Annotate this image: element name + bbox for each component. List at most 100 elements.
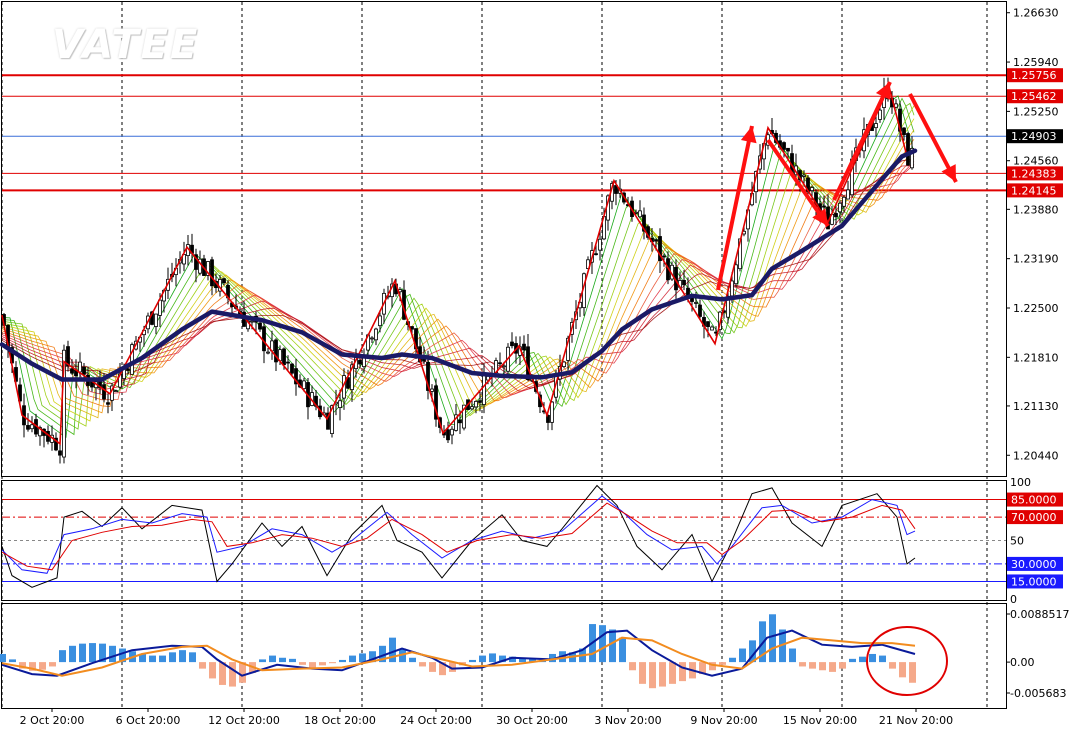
candle-body (126, 368, 130, 371)
osc-axis-label: 0 (1010, 593, 1017, 606)
candle-body (58, 450, 62, 456)
macd-histogram-bar (79, 643, 86, 663)
macd-histogram-bar (909, 662, 916, 683)
osc-series-line-1 (1, 495, 916, 574)
macd-histogram-bar (349, 655, 356, 663)
osc-series-line-0 (1, 484, 916, 588)
level-tags: 1.25756 1.25462 1.24903 1.24383 1.24145 (1007, 68, 1063, 198)
osc-level-tag-label: 70.0000 (1011, 511, 1057, 524)
osc-level-tag-label: 85.0000 (1011, 494, 1057, 507)
candle-body (562, 361, 566, 367)
macd-histogram-bar (719, 662, 726, 665)
candle-body (458, 419, 462, 424)
macd-histogram-bar (619, 637, 626, 663)
macd-histogram-bar (489, 653, 496, 663)
candle-body (782, 142, 786, 150)
candle-body (810, 187, 814, 192)
candle-body (822, 205, 826, 208)
macd-axis-label: 0.00 (1010, 656, 1035, 669)
macd-histogram-bar (0, 653, 6, 663)
macd-histogram-bar (169, 652, 176, 663)
macd-histogram-bar (239, 662, 246, 683)
panel-frames (1, 1, 1007, 709)
candle-body (662, 255, 666, 258)
macd-histogram-bar (789, 648, 796, 663)
candle-body (838, 202, 842, 213)
price-tick-label: 1.21810 (1013, 351, 1059, 364)
macd-histogram-bar (809, 662, 816, 669)
candle-body (282, 348, 286, 366)
macd-histogram-bar (189, 652, 196, 663)
macd-histogram-bar (339, 659, 346, 663)
osc-axis-label: 50 (1010, 535, 1024, 548)
time-axis: 2 Oct 20:00 6 Oct 20:00 12 Oct 20:00 18 Oct… (20, 708, 953, 727)
macd-histogram-bar (309, 662, 316, 668)
price-tick-label: 1.23190 (1013, 253, 1059, 266)
candle-body (78, 361, 82, 373)
candle-body (902, 127, 906, 135)
macd-histogram-bar (639, 662, 646, 684)
candle-body (654, 239, 658, 242)
candle-body (706, 321, 710, 327)
macd-histogram-bar (429, 662, 436, 672)
price-level-tag-label: 1.24145 (1011, 184, 1057, 197)
macd-histogram-bar (479, 655, 486, 663)
candle-body (734, 264, 738, 285)
macd-histogram-bar (89, 643, 96, 663)
candle-body (26, 425, 30, 430)
arrow-up-1-head (740, 126, 757, 144)
candle-body (106, 402, 110, 405)
macd-histogram-bar (629, 662, 636, 671)
macd-histogram-bar (159, 655, 166, 663)
price-levels (2, 74, 1006, 192)
macd-panel: 0.0088517 0.00 -0.005683 (0, 608, 1070, 700)
candle-body (694, 302, 698, 304)
time-tick-label: 6 Oct 20:00 (116, 714, 181, 727)
price-panel-frame (1, 1, 1007, 477)
candle-body (834, 213, 838, 218)
macd-histogram-bar (829, 662, 836, 672)
osc-series-line-2 (1, 502, 916, 571)
price-tick-label: 1.20440 (1013, 449, 1059, 462)
price-tick-label: 1.24560 (1013, 155, 1059, 168)
macd-histogram-bar (409, 657, 416, 663)
macd-histogram-bar (39, 662, 46, 670)
macd-histogram-bar (229, 662, 236, 687)
zigzag-polyline (1, 83, 908, 446)
price-level-tag-label: 1.25756 (1011, 69, 1057, 82)
time-tick-label: 30 Oct 20:00 (496, 714, 568, 727)
candle-body (358, 359, 362, 365)
price-level-tag-label: 1.24903 (1011, 130, 1057, 143)
candle-body (478, 400, 482, 403)
macd-histogram-bar (739, 648, 746, 663)
macd-histogram-bar (279, 657, 286, 663)
macd-histogram-bar (899, 662, 906, 678)
candle-body (730, 280, 734, 297)
macd-histogram-bar (599, 625, 606, 663)
macd-histogram-bar (889, 662, 896, 669)
time-tick-label: 15 Nov 20:00 (783, 714, 857, 727)
price-level-tag-label: 1.25462 (1011, 90, 1057, 103)
candle-body (290, 363, 294, 374)
macd-histogram-bar (359, 653, 366, 663)
ma-ribbon-line (1, 138, 915, 414)
candle-body (222, 278, 226, 284)
macd-histogram-bar (299, 662, 306, 665)
macd-histogram-bar (329, 662, 336, 664)
candle-body (682, 279, 686, 286)
candle-body (210, 259, 214, 287)
candle-body (594, 253, 598, 256)
candle-body (522, 343, 526, 351)
candle-body (102, 384, 106, 400)
candle-body (430, 388, 434, 392)
candle-body (482, 374, 486, 405)
candle-body (906, 133, 910, 166)
macd-histogram-bar (179, 650, 186, 663)
macd-histogram-bar (859, 656, 866, 663)
candle-body (30, 424, 34, 430)
candle-body (410, 326, 414, 330)
macd-histogram-bar (9, 659, 16, 663)
candle-body (258, 322, 262, 330)
macd-histogram-bar (769, 614, 776, 663)
candle-body (874, 123, 878, 129)
